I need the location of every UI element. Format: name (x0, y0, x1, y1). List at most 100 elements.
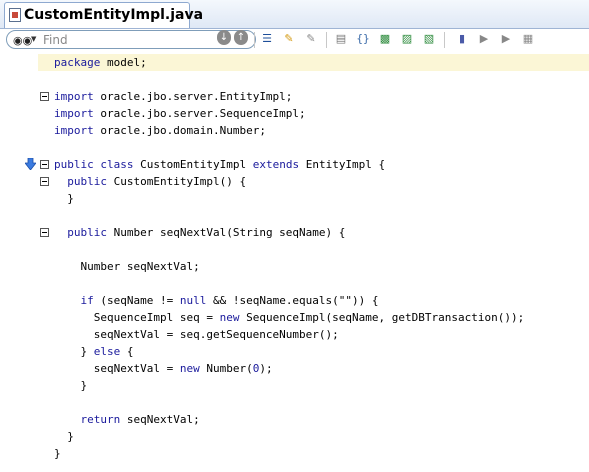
code-line[interactable]: import oracle.jbo.server.SequenceImpl; (38, 105, 589, 122)
code-token: seqNextVal = (54, 362, 180, 375)
quick-outline-icon[interactable]: ▨ (399, 31, 415, 47)
chevron-down-icon[interactable]: ▼ (31, 35, 36, 43)
code-line-text: package model; (54, 55, 147, 70)
code-line-text: seqNextVal = seq.getSequenceNumber(); (54, 327, 339, 342)
code-line[interactable]: } (38, 445, 589, 462)
editor-gutter[interactable] (0, 52, 49, 472)
code-token: oracle.jbo.server.SequenceImpl; (93, 107, 306, 120)
code-keyword: class (100, 158, 134, 171)
refactor-icon[interactable]: ▩ (377, 31, 393, 47)
code-template-icon[interactable]: {} (355, 31, 371, 47)
bookmarks-list-icon[interactable]: ▦ (520, 31, 536, 47)
find-previous-icon[interactable]: ↓ (217, 30, 231, 45)
code-line[interactable] (38, 71, 589, 88)
code-token: } (54, 430, 74, 443)
code-token: seqNextVal = seq.getSequenceNumber(); (54, 328, 339, 341)
code-line[interactable] (38, 394, 589, 411)
code-token: CustomEntityImpl (133, 158, 253, 171)
editor-tab[interactable]: CustomEntityImpl.java (4, 2, 203, 28)
code-keyword: if (80, 294, 94, 307)
code-line[interactable]: seqNextVal = new Number(0); (38, 360, 589, 377)
code-line-text: seqNextVal = new Number(0); (54, 361, 273, 376)
code-line[interactable]: seqNextVal = seq.getSequenceNumber(); (38, 326, 589, 343)
toolbar-separator (326, 32, 327, 48)
code-keyword: public (54, 158, 94, 171)
code-token: Number seqNextVal; (54, 260, 200, 273)
next-bookmark-icon[interactable]: ▶ (476, 31, 492, 47)
code-line-text: return seqNextVal; (54, 412, 200, 427)
surround-with-icon[interactable]: ▤ (333, 31, 349, 47)
code-line[interactable]: } (38, 377, 589, 394)
code-token: CustomEntityImpl() { (107, 175, 247, 188)
code-line-text: Number seqNextVal; (54, 259, 200, 274)
find-next-icon[interactable]: ↑ (234, 30, 248, 45)
toggle-bookmark-icon[interactable]: ▮ (454, 31, 470, 47)
code-token: model; (100, 56, 147, 69)
code-keyword: public (67, 175, 107, 188)
code-line[interactable]: public Number seqNextVal(String seqName)… (38, 224, 589, 241)
code-keyword: import (54, 124, 94, 137)
highlight-icon[interactable]: ☰ (259, 31, 275, 47)
code-line[interactable]: } (38, 190, 589, 207)
code-line[interactable]: SequenceImpl seq = new SequenceImpl(seqN… (38, 309, 589, 326)
code-line[interactable] (38, 241, 589, 258)
previous-bookmark-icon[interactable]: ▶ (498, 31, 514, 47)
code-line-text: SequenceImpl seq = new SequenceImpl(seqN… (54, 310, 525, 325)
implements-marker-icon[interactable] (25, 158, 36, 170)
code-keyword: extends (252, 158, 300, 171)
code-line[interactable]: Number seqNextVal; (38, 258, 589, 275)
code-keyword: null (179, 294, 207, 307)
code-keyword: import (54, 107, 94, 120)
code-keyword: import (54, 90, 94, 103)
code-line[interactable]: public class CustomEntityImpl extends En… (38, 156, 589, 173)
toggle-comment-icon[interactable]: ✎ (303, 31, 319, 47)
java-file-icon (9, 8, 21, 22)
code-line[interactable]: import oracle.jbo.domain.Number; (38, 122, 589, 139)
code-token: Number seqNextVal(String seqName) { (107, 226, 346, 239)
code-line-text: } (54, 378, 87, 393)
code-token: EntityImpl { (299, 158, 386, 171)
code-line-text: import oracle.jbo.server.EntityImpl; (54, 89, 292, 104)
toolbar-separator (254, 32, 255, 48)
code-token: } (54, 379, 88, 392)
format-icon[interactable]: ▧ (421, 31, 437, 47)
binoculars-icon[interactable]: ◉◉ (13, 34, 32, 47)
code-keyword: new (219, 311, 240, 324)
code-line-text: } (54, 191, 74, 206)
code-line[interactable]: package model; (38, 54, 589, 71)
code-editor[interactable]: package model; import oracle.jbo.server.E… (38, 52, 589, 472)
code-line-text: } (54, 446, 61, 461)
code-token: SequenceImpl seq = (54, 311, 220, 324)
code-line-text: } (54, 429, 74, 444)
code-line[interactable]: if (seqName != null && !seqName.equals("… (38, 292, 589, 309)
code-line-text: import oracle.jbo.domain.Number; (54, 123, 266, 138)
find-input[interactable] (43, 32, 213, 47)
code-token: } (54, 345, 94, 358)
code-token: SequenceImpl(seqName, getDBTransaction()… (239, 311, 525, 324)
clear-highlights-icon[interactable]: ✎ (281, 31, 297, 47)
code-line[interactable] (38, 139, 589, 156)
code-token: ); (259, 362, 273, 375)
code-line[interactable]: public CustomEntityImpl() { (38, 173, 589, 190)
editor-toolbar: ◉◉ ▼ ↓ ↑ ☰ ✎ ✎ ▤ {} ▩ ▨ ▧ ▮ ▶ ▶ ▦ (0, 29, 589, 51)
code-keyword: new (179, 362, 200, 375)
code-line[interactable] (38, 207, 589, 224)
code-keyword: return (80, 413, 121, 426)
code-token: oracle.jbo.domain.Number; (93, 124, 266, 137)
code-token: (seqName != (93, 294, 180, 307)
code-token: oracle.jbo.server.EntityImpl; (93, 90, 293, 103)
code-line[interactable] (38, 275, 589, 292)
code-line[interactable]: return seqNextVal; (38, 411, 589, 428)
code-line-text: if (seqName != null && !seqName.equals("… (54, 293, 379, 308)
editor-tab-bar: CustomEntityImpl.java (0, 0, 589, 29)
code-keyword: else (93, 345, 121, 358)
code-token: Number( (199, 362, 253, 375)
code-line[interactable]: import oracle.jbo.server.EntityImpl; (38, 88, 589, 105)
code-line[interactable]: } else { (38, 343, 589, 360)
code-keyword: package (54, 56, 101, 69)
code-line[interactable]: } (38, 428, 589, 445)
code-keyword: public (67, 226, 107, 239)
